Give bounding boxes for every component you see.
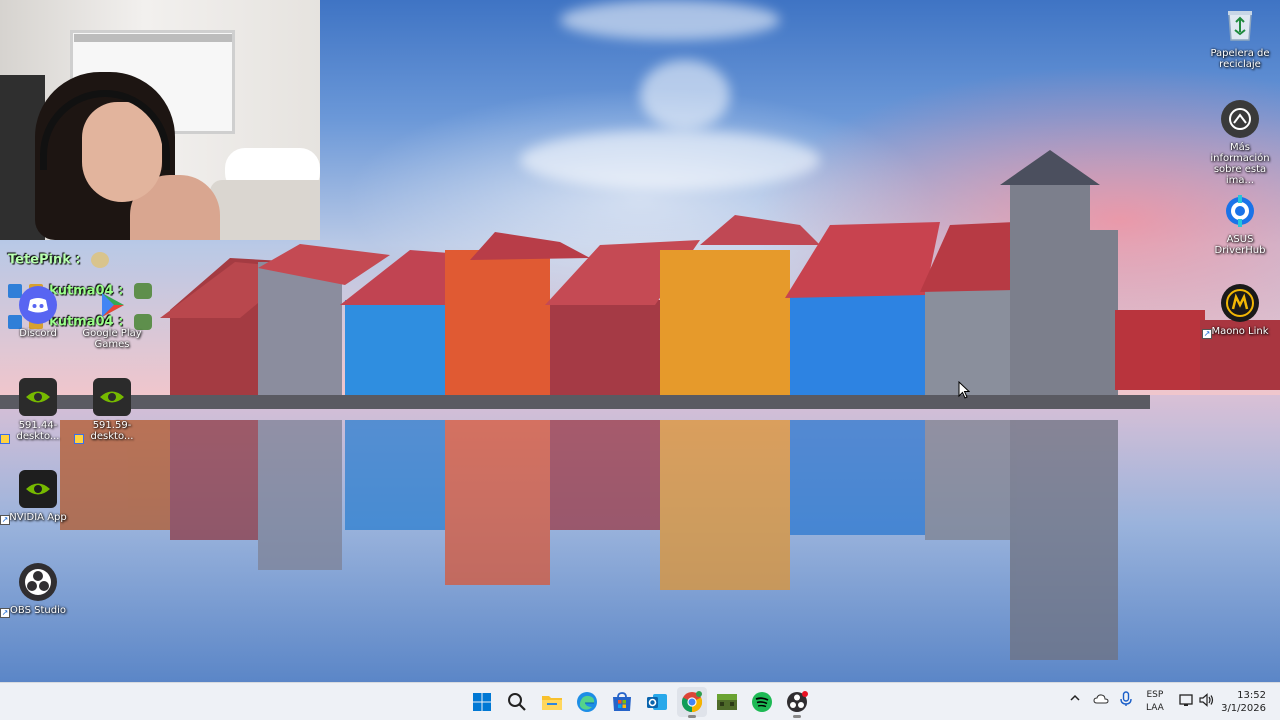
desktop-icon-label: NVIDIA App [9,512,67,523]
shield-icon [0,434,10,444]
desktop-icon-label: 591.44-deskto... [16,420,60,442]
microphone-icon [1120,691,1132,706]
nvidia-app-icon: ↗ [0,470,57,525]
tray-microphone-button[interactable] [1119,691,1133,710]
desktop-icon-label: Google Play Games [82,328,142,350]
shortcut-arrow-icon: ↗ [0,608,10,618]
desktop-icon-asus-driverhub[interactable]: ASUS DriverHub [1200,192,1280,256]
clock-time: 13:52 [1237,690,1266,701]
language-code: ESP [1146,690,1164,700]
start-button[interactable] [467,687,497,717]
taskbar-clock[interactable]: 13:52 3/1/2026 [1221,689,1266,715]
desktop-icon-more-info[interactable]: Más información sobre esta ima... [1200,100,1280,186]
desktop-icon-discord[interactable]: Discord [0,286,78,339]
mouse-cursor-icon [958,381,970,399]
tray-volume-button[interactable] [1199,693,1215,710]
obs-icon [787,691,808,712]
start-icon [473,693,491,711]
webcam-overlay [0,0,320,240]
google-play-games-icon [93,286,131,324]
shortcut-arrow-icon: ↗ [1202,329,1212,339]
store-button[interactable] [607,687,637,717]
recycle-bin-icon [1221,6,1259,44]
asus-driverhub-icon [1221,192,1259,230]
chat-separator: : [75,252,81,268]
file-explorer-button[interactable] [537,687,567,717]
outlook-icon [647,694,667,710]
chrome-button[interactable] [677,687,707,718]
chat-username: TetePink [8,252,71,268]
cat-emote-icon [91,252,110,268]
clock-date: 3/1/2026 [1221,703,1266,714]
discord-icon [19,286,57,324]
edge-button[interactable] [572,687,602,717]
outlook-button[interactable] [642,687,672,717]
desktop-icon-nvidia-driver-2[interactable]: 591.59-deskto... [72,378,152,444]
dock [0,395,1150,409]
tray-network-button[interactable] [1179,693,1195,710]
desktop-icon-maono-link[interactable]: ↗ Maono Link [1200,284,1280,339]
show-hidden-icons-button[interactable] [1069,692,1081,707]
house-row [160,150,1280,395]
desktop-icon-google-play-games[interactable]: Google Play Games [72,286,152,350]
webcam-blind [74,34,232,42]
shield-icon [74,434,84,444]
volume-icon [1199,693,1214,707]
spotify-button[interactable] [747,687,777,717]
store-icon [613,692,631,711]
edge-icon [577,692,597,712]
desktop-icon-label: Papelera de reciclaje [1210,48,1270,70]
maono-link-icon: ↗ [1202,284,1259,339]
nvidia-installer-icon [74,378,131,444]
chevron-up-icon [1070,694,1080,701]
desktop-icon-label: Maono Link [1211,326,1269,337]
minecraft-icon [717,694,737,710]
search-button[interactable] [502,687,532,717]
file-explorer-icon [542,696,562,710]
obs-button[interactable] [782,687,812,718]
cloud-icon [1093,694,1109,704]
obs-studio-icon: ↗ [0,563,57,618]
shortcut-arrow-icon: ↗ [0,515,10,525]
desktop-icon-obs-studio[interactable]: ↗ OBS Studio [0,563,78,618]
keyboard-layout: LAA [1146,703,1164,713]
house-reflection [60,420,1118,660]
desktop-icon-label: ASUS DriverHub [1214,234,1266,256]
network-icon [1179,694,1193,706]
taskbar: ESP LAA 13:52 3/1/2026 [0,682,1280,720]
search-icon [508,693,526,711]
desktop-icon-label: Más información sobre esta ima... [1210,142,1270,186]
desktop-icon-nvidia-driver-1[interactable]: 591.44-deskto... [0,378,78,444]
minecraft-button[interactable] [712,687,742,717]
nvidia-installer-icon [0,378,57,444]
desktop-icon-label: Discord [19,328,57,339]
chat-message: TetePink : [8,252,110,268]
tray-onedrive-button[interactable] [1093,691,1109,710]
desktop-icon-nvidia-app[interactable]: ↗ NVIDIA App [0,470,78,525]
desktop-icon-label: OBS Studio [10,605,66,616]
camera-info-icon [1221,100,1259,138]
desktop-icon-label: 591.59-deskto... [90,420,134,442]
language-indicator[interactable]: ESP LAA [1146,689,1164,715]
spotify-icon [752,692,772,712]
desktop-icon-recycle-bin[interactable]: Papelera de reciclaje [1200,6,1280,70]
chrome-icon [681,691,703,713]
webcam-bed [210,180,320,240]
